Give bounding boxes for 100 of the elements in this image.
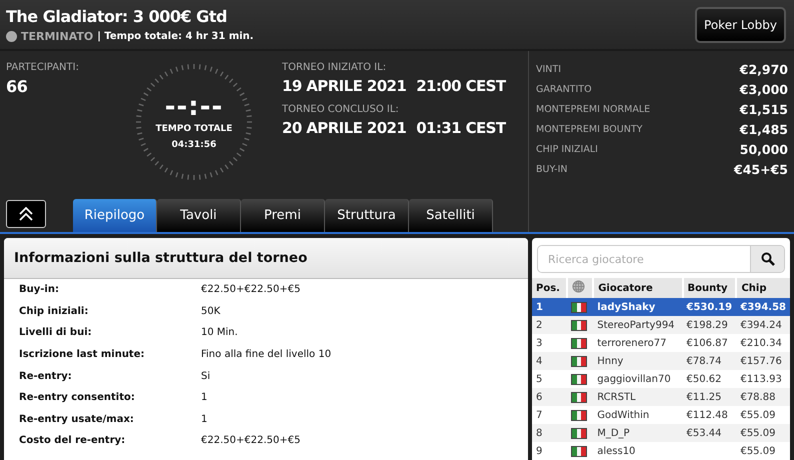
table-cell: €55.09: [740, 410, 776, 420]
info-label: Costo del re-entry:: [19, 435, 126, 446]
flag-icon: [570, 392, 587, 402]
tab[interactable]: Premi: [241, 199, 325, 232]
table-cell: €198.29: [686, 320, 728, 330]
table-cell: gaggiovillan70: [597, 374, 671, 384]
flag-icon: [570, 356, 587, 366]
stat-label: CHIP INIZIALI: [536, 144, 598, 154]
search-icon: [760, 252, 774, 266]
table-cell: €530.19: [686, 302, 732, 312]
table-cell: €11.25: [686, 392, 722, 402]
stat-label: MONTEPREMI BOUNTY: [536, 124, 642, 134]
stat-value: 50,000: [740, 142, 788, 156]
status-label: TERMINATO: [21, 30, 94, 42]
total-time: 04:31:56: [172, 140, 216, 150]
date-value: 20 APRILE 2021: [282, 119, 406, 137]
player-row[interactable]: 4 Hnny €78.74 €157.76: [532, 352, 790, 370]
info-value: €22.50+€22.50+€5: [201, 284, 300, 296]
info-label: Iscrizione last minute:: [19, 349, 146, 360]
date-label: TORNEO INIZIATO IL:: [282, 62, 388, 73]
flag-icon: [570, 320, 587, 330]
player-row[interactable]: 3 terrorenero77 €106.87 €210.34: [532, 334, 790, 352]
flag-icon: [570, 302, 587, 312]
table-cell: M_D_P: [597, 428, 630, 438]
stat-value: €3,000: [740, 82, 788, 96]
table-cell: €106.87: [686, 338, 728, 348]
time-value: 21:00 CEST: [416, 77, 506, 95]
flag-icon: [570, 338, 587, 348]
tab[interactable]: Riepilogo: [73, 199, 157, 232]
player-row[interactable]: 6 RCRSTL €11.25 €78.88: [532, 388, 790, 406]
table-cell: 1: [536, 302, 543, 312]
stat-label: MONTEPREMI NORMALE: [536, 104, 650, 114]
search-field[interactable]: Ricerca giocatore: [537, 245, 785, 273]
search-button[interactable]: [750, 246, 784, 272]
collapse-button[interactable]: [6, 200, 46, 228]
stat-label: VINTI: [536, 64, 562, 74]
player-row[interactable]: 8 M_D_P €53.44 €55.09: [532, 424, 790, 442]
info-label: Chip iniziali:: [19, 306, 90, 317]
table-cell: €55.09: [740, 446, 776, 456]
table-cell: StereoParty994: [597, 320, 675, 330]
table-cell: €113.93: [740, 374, 782, 384]
tab[interactable]: Tavoli: [157, 199, 241, 232]
info-label: Re-entry consentito:: [19, 392, 136, 404]
tournament-title: The Gladiator: 3 000€ Gtd: [6, 6, 228, 26]
info-value: 1: [201, 392, 208, 404]
tab[interactable]: Satelliti: [409, 199, 493, 232]
stat-value: €1,485: [740, 122, 788, 136]
stat-label: GARANTITO: [536, 84, 592, 94]
flag-icon: [570, 446, 587, 456]
panel-title: Informazioni sulla struttura del torneo: [14, 250, 308, 266]
table-cell: €78.88: [740, 392, 776, 402]
table-cell: 8: [536, 428, 542, 438]
table-cell: 2: [536, 320, 542, 330]
clock-display: --:--: [164, 94, 224, 120]
table-cell: €50.62: [686, 374, 722, 384]
status-dot-icon: [6, 30, 17, 42]
date-value: 19 APRILE 2021: [282, 77, 406, 95]
column-header[interactable]: Chip: [736, 278, 790, 298]
table-cell: RCRSTL: [597, 392, 636, 402]
table-cell: aless10: [597, 446, 636, 456]
participants-count: 66: [6, 77, 28, 96]
player-row[interactable]: 7 GodWithin €112.48 €55.09: [532, 406, 790, 424]
table-cell: 3: [536, 338, 542, 348]
table-cell: €78.74: [686, 356, 722, 366]
column-header[interactable]: Pos.: [532, 278, 567, 298]
table-cell: €394.24: [740, 320, 782, 330]
table-cell: €112.48: [686, 410, 728, 420]
time-value: 01:31 CEST: [416, 119, 506, 137]
info-label: Re-entry usate/max:: [19, 414, 135, 425]
table-cell: 9: [536, 446, 542, 456]
info-value: 1: [201, 414, 208, 425]
info-value: Fino alla fine del livello 10: [201, 349, 332, 360]
globe-icon: [572, 280, 585, 293]
table-cell: 4: [536, 356, 542, 366]
player-row[interactable]: 9 aless10 €55.09: [532, 442, 790, 460]
table-cell: €157.76: [740, 356, 782, 366]
table-cell: 7: [536, 410, 542, 420]
player-row[interactable]: 5 gaggiovillan70 €50.62 €113.93: [532, 370, 790, 388]
column-header[interactable]: Giocatore: [593, 278, 682, 298]
info-value: Si: [201, 370, 210, 382]
player-row[interactable]: 2 StereoParty994 €198.29 €394.24: [532, 316, 790, 334]
clock-label: TEMPO TOTALE: [156, 124, 232, 134]
table-cell: €394.58: [740, 302, 786, 312]
date-label: TORNEO CONCLUSO IL:: [282, 104, 400, 115]
tab[interactable]: Struttura: [325, 199, 409, 232]
table-cell: €210.34: [740, 338, 782, 348]
flag-icon: [570, 374, 587, 384]
table-cell: €55.09: [740, 428, 776, 438]
info-label: Buy-in:: [19, 284, 60, 296]
table-cell: GodWithin: [597, 410, 650, 420]
column-header[interactable]: Bounty: [682, 278, 736, 298]
table-cell: Hnny: [597, 356, 624, 366]
player-row[interactable]: 1 ladyShaky €530.19 €394.58: [532, 298, 790, 316]
double-chevron-up-icon: [18, 207, 34, 221]
stat-value: €1,515: [740, 102, 788, 116]
poker-lobby-button[interactable]: Poker Lobby: [695, 6, 786, 42]
info-value: €22.50+€22.50+€5: [201, 435, 300, 446]
info-value: 10 Min.: [201, 327, 238, 338]
flag-icon: [570, 410, 587, 420]
table-cell: 6: [536, 392, 542, 402]
